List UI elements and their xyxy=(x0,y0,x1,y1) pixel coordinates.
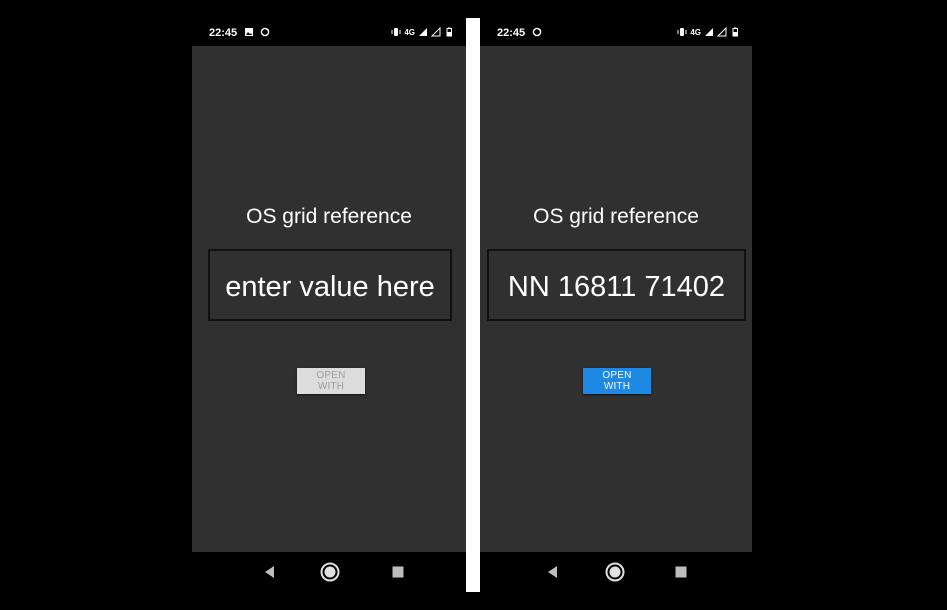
input-placeholder-text: enter value here xyxy=(225,271,435,303)
network-type-label: 4G xyxy=(404,27,415,37)
network-type-label: 4G xyxy=(690,27,701,37)
input-value-text: NN 16811 71402 xyxy=(507,271,726,303)
app-content: OS grid reference NN 16811 71402 OPEN WI… xyxy=(480,46,752,552)
vibrate-icon xyxy=(677,28,687,36)
recents-icon[interactable] xyxy=(388,562,408,582)
back-icon[interactable] xyxy=(260,562,280,582)
grid-reference-input[interactable]: NN 16811 71402 xyxy=(487,249,746,321)
sync-icon xyxy=(532,27,542,37)
status-time: 22:45 xyxy=(497,27,526,39)
navigation-bar xyxy=(192,552,466,592)
battery-icon xyxy=(446,27,452,37)
open-with-button[interactable]: OPEN WITH xyxy=(297,368,365,394)
signal-icon xyxy=(705,28,713,36)
phone-screen-right: 22:45 4G OS grid reference NN 16811 7140… xyxy=(480,18,752,592)
status-time: 22:45 xyxy=(209,27,238,39)
vibrate-icon xyxy=(391,28,401,36)
signal-icon xyxy=(431,27,441,37)
phone-screen-left: 22:45 4G OS grid reference enter value h… xyxy=(192,18,466,592)
signal-icon xyxy=(717,27,727,37)
home-icon[interactable] xyxy=(605,562,625,582)
grid-reference-label: OS grid reference xyxy=(533,205,699,228)
battery-icon xyxy=(732,27,738,37)
navigation-bar xyxy=(480,552,752,592)
status-bar: 22:45 4G xyxy=(480,18,752,46)
open-with-button[interactable]: OPEN WITH xyxy=(583,368,651,394)
grid-reference-input[interactable]: enter value here xyxy=(208,249,452,321)
sync-icon xyxy=(260,27,270,37)
grid-reference-label: OS grid reference xyxy=(246,205,412,228)
signal-icon xyxy=(419,28,427,36)
image-icon xyxy=(245,28,253,36)
home-icon[interactable] xyxy=(320,562,340,582)
recents-icon[interactable] xyxy=(671,562,691,582)
status-bar: 22:45 4G xyxy=(192,18,466,46)
back-icon[interactable] xyxy=(543,562,563,582)
app-content: OS grid reference enter value here OPEN … xyxy=(192,46,466,552)
